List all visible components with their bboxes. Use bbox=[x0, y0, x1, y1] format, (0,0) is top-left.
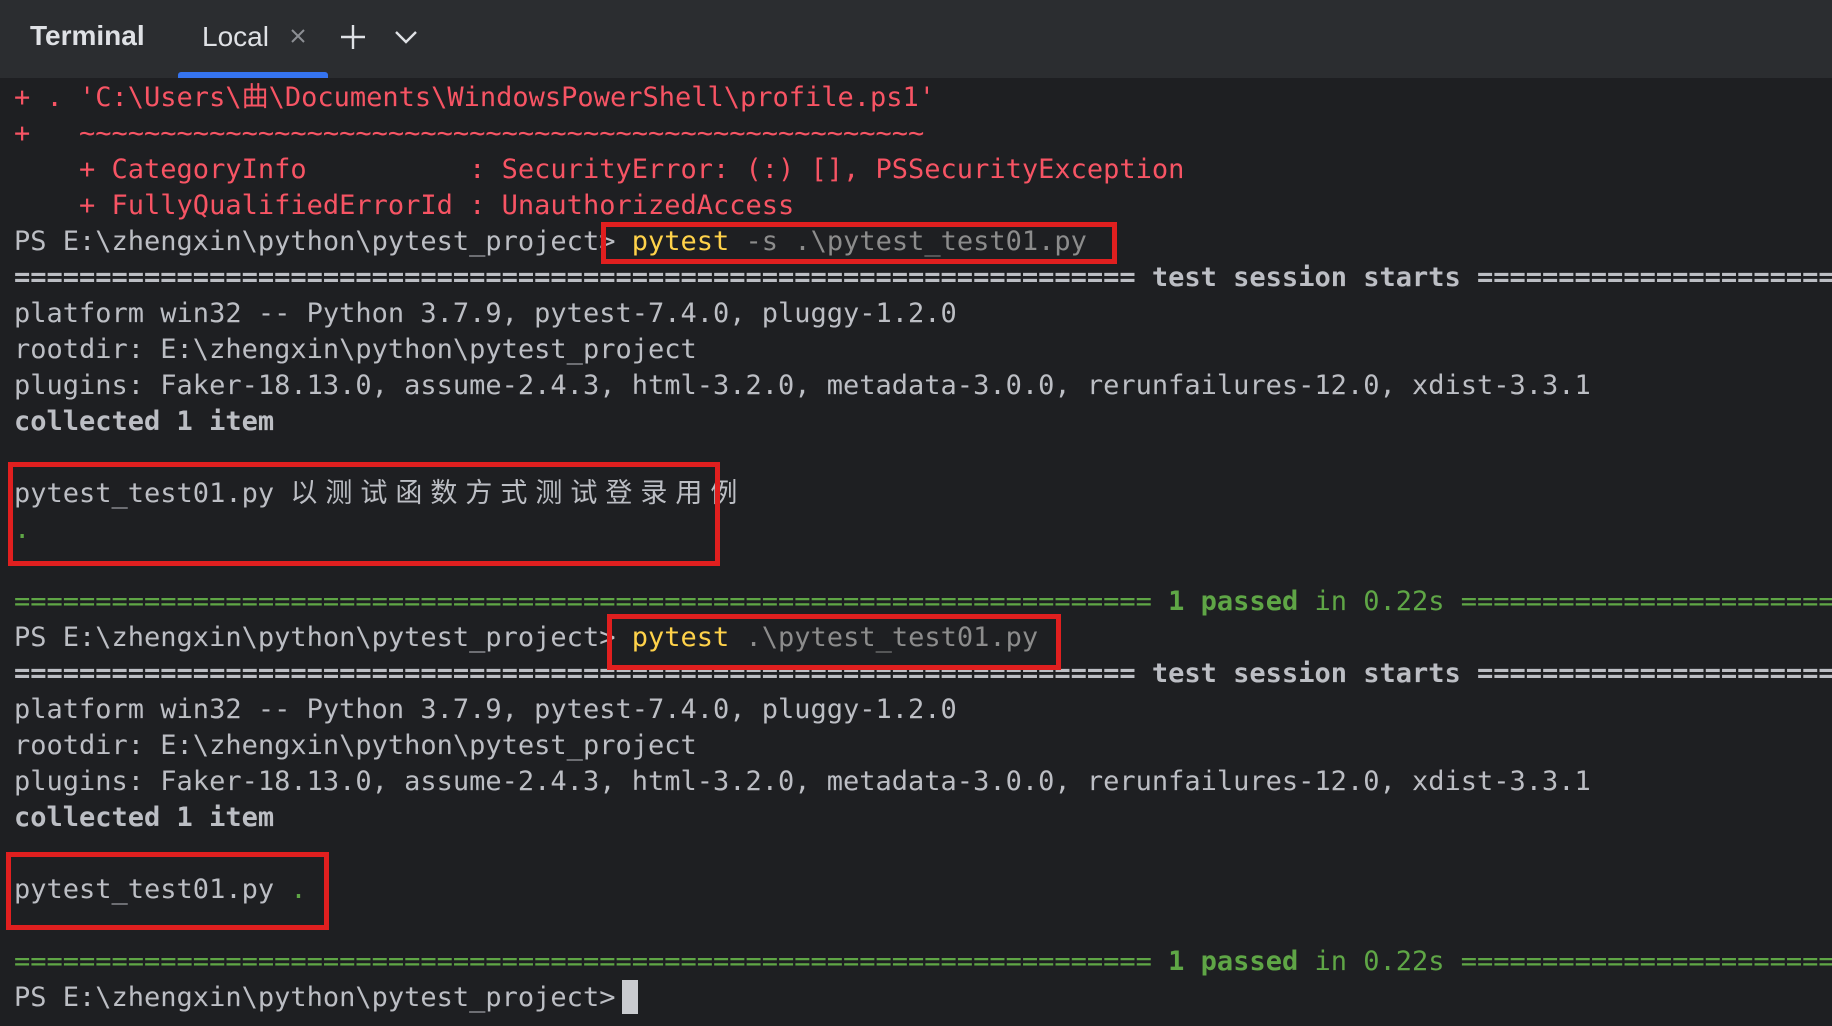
platform-line: platform win32 -- Python 3.7.9, pytest-7… bbox=[14, 298, 957, 329]
text-cursor bbox=[622, 980, 638, 1014]
rule: ========================= bbox=[1460, 586, 1832, 617]
panel-title: Terminal bbox=[30, 20, 145, 51]
terminal-tab-bar: Terminal Local bbox=[0, 0, 1832, 79]
chevron-down-icon[interactable] bbox=[393, 26, 419, 48]
plus-icon[interactable] bbox=[338, 22, 368, 52]
session-header: ========================================… bbox=[14, 260, 1832, 296]
error-line: + CategoryInfo : SecurityError: (:) [], … bbox=[14, 154, 1185, 185]
rootdir-line: rootdir: E:\zhengxin\python\pytest_proje… bbox=[14, 730, 697, 761]
collected-line: collected 1 item bbox=[14, 802, 275, 833]
rule: ========================= bbox=[1477, 262, 1832, 293]
session-text: test session starts bbox=[1151, 262, 1461, 293]
plugins-line: plugins: Faker-18.13.0, assume-2.4.3, ht… bbox=[14, 370, 1591, 401]
result-line: ========================================… bbox=[14, 944, 1832, 980]
rule: ========================================… bbox=[14, 262, 1136, 293]
duration: in 0.22s bbox=[1314, 586, 1445, 617]
prompt-line: PS E:\zhengxin\python\pytest_project> bbox=[14, 980, 615, 1016]
plugins-line: plugins: Faker-18.13.0, assume-2.4.3, ht… bbox=[14, 766, 1591, 797]
passed-count: 1 passed bbox=[1168, 946, 1299, 977]
rule: ========================= bbox=[1460, 946, 1832, 977]
prompt: PS E:\zhengxin\python\pytest_project> bbox=[14, 982, 616, 1013]
close-icon[interactable] bbox=[286, 24, 310, 48]
error-line: + . 'C:\Users\曲\Documents\WindowsPowerSh… bbox=[14, 82, 936, 113]
platform-line: platform win32 -- Python 3.7.9, pytest-7… bbox=[14, 694, 957, 725]
error-line: + FullyQualifiedErrorId : UnauthorizedAc… bbox=[14, 190, 795, 221]
rootdir-line: rootdir: E:\zhengxin\python\pytest_proje… bbox=[14, 334, 697, 365]
prompt: PS E:\zhengxin\python\pytest_project> bbox=[14, 622, 616, 653]
rule: ========================================… bbox=[14, 586, 1152, 617]
duration: in 0.22s bbox=[1314, 946, 1445, 977]
prompt: PS E:\zhengxin\python\pytest_project> bbox=[14, 226, 616, 257]
highlight-box-command-2 bbox=[607, 614, 1061, 670]
error-line: + ~~~~~~~~~~~~~~~~~~~~~~~~~~~~~~~~~~~~~~… bbox=[14, 118, 925, 149]
tab-local[interactable]: Local bbox=[178, 0, 328, 78]
rule: ========================================… bbox=[14, 946, 1152, 977]
rule: ========================= bbox=[1477, 658, 1832, 689]
highlight-box-command-1 bbox=[601, 222, 1117, 264]
highlight-box-output-2 bbox=[6, 852, 329, 930]
collected-line: collected 1 item bbox=[14, 406, 275, 437]
terminal-output[interactable]: + . 'C:\Users\曲\Documents\WindowsPowerSh… bbox=[0, 78, 1832, 1026]
session-text: test session starts bbox=[1151, 658, 1461, 689]
passed-count: 1 passed bbox=[1168, 586, 1299, 617]
tab-local-label: Local bbox=[202, 21, 269, 52]
highlight-box-output-1 bbox=[8, 462, 720, 566]
